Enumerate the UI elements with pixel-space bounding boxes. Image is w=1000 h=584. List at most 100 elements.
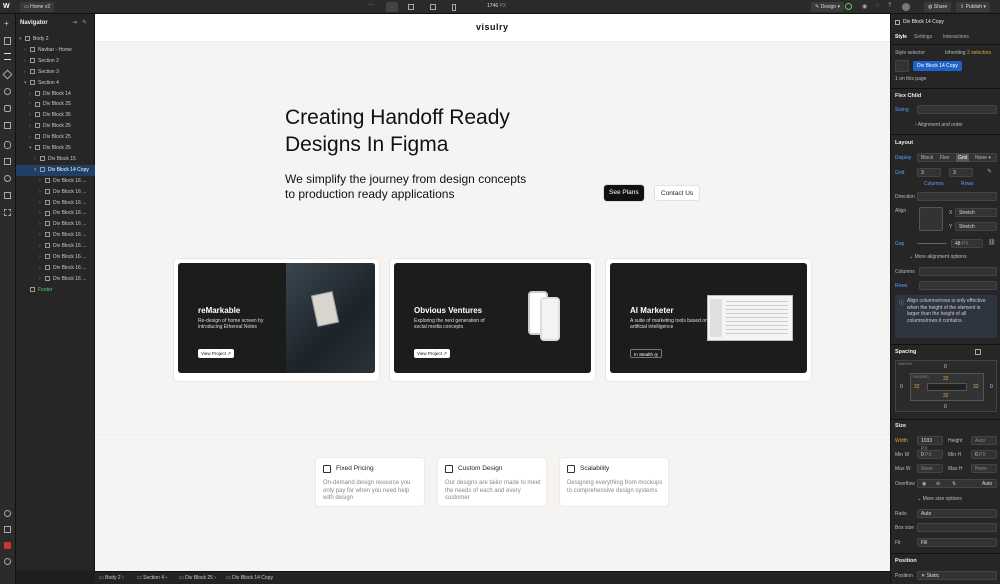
display-flex[interactable]: Flex	[940, 154, 949, 162]
navigator-item[interactable]: › Div Block 16 ...	[16, 241, 95, 252]
components-icon[interactable]	[2, 69, 13, 80]
help-icon[interactable]: ?	[888, 3, 891, 9]
desktop-breakpoint-icon[interactable]	[386, 2, 398, 12]
crumb-body[interactable]: ▭ Body 2 ›	[99, 575, 124, 581]
pin-icon[interactable]: ✎	[82, 19, 87, 26]
project-card-remarkable[interactable]: reMarkable Re-design of home screen by i…	[174, 259, 379, 381]
fit-select[interactable]: Fill	[917, 538, 997, 547]
max-width-input[interactable]: None	[917, 464, 943, 473]
project-card-obvious-ventures[interactable]: Obvious Ventures Exploring the next gene…	[390, 259, 595, 381]
add-icon[interactable]: +	[4, 19, 9, 28]
tablet-breakpoint-icon[interactable]	[408, 4, 414, 10]
navigator-item[interactable]: ▾ Section 4	[16, 78, 95, 89]
position-select[interactable]: ✕ Static	[917, 571, 997, 580]
navigator-item[interactable]: › Div Block 25	[16, 132, 95, 143]
box-size-buttons[interactable]	[917, 523, 997, 532]
margin-bottom[interactable]: 0	[944, 404, 947, 410]
see-plans-button[interactable]: See Plans	[604, 185, 644, 201]
site-logo[interactable]: visulry	[476, 22, 509, 32]
more-icon[interactable]: ···	[368, 2, 374, 8]
avatar[interactable]	[902, 3, 910, 11]
gap-slider[interactable]	[917, 243, 947, 244]
more-size-toggle[interactable]: ⌄ More size options	[917, 496, 962, 502]
navigator-item[interactable]: › Div Block 25	[16, 121, 95, 132]
columns-align-buttons[interactable]	[919, 267, 997, 276]
overflow-hidden-icon[interactable]: ⊘	[936, 480, 940, 488]
more-alignment-toggle[interactable]: ⌄ More alignment options	[909, 254, 967, 260]
navigator-item[interactable]: › Section 2	[16, 56, 95, 67]
crumb-div-block-14-copy[interactable]: ▭ Div Block 14 Copy	[226, 575, 273, 581]
logic-icon[interactable]	[4, 192, 11, 199]
margin-left[interactable]: 0	[900, 384, 903, 390]
overflow-visible-icon[interactable]: ◉	[922, 480, 926, 488]
gap-link-icon[interactable]: ⛓	[988, 239, 996, 246]
padding-right[interactable]: 32	[973, 384, 979, 390]
margin-right[interactable]: 0	[990, 384, 993, 390]
apps-icon[interactable]	[4, 209, 11, 216]
assets-icon[interactable]	[4, 122, 11, 129]
spacing-add-icon[interactable]	[975, 349, 981, 355]
crumb-section[interactable]: ▭ Section 4 ›	[137, 575, 167, 581]
navigator-item[interactable]: › Section 3	[16, 67, 95, 78]
padding-left[interactable]: 32	[914, 384, 920, 390]
webflow-logo-icon[interactable]: W	[3, 3, 10, 10]
display-none[interactable]: None ▾	[975, 154, 991, 162]
width-input[interactable]: 1033 PX	[917, 436, 943, 452]
users-icon[interactable]	[4, 175, 11, 182]
crumb-div-block-25[interactable]: ▭ Div Block 25 ›	[179, 575, 216, 581]
project-card-ai-marketer[interactable]: AI Marketer A suite of marketing tools b…	[606, 259, 811, 381]
navigator-item[interactable]: › Div Block 35	[16, 110, 95, 121]
padding-top[interactable]: 32	[943, 376, 949, 382]
navigator-item[interactable]: › Div Block 16 ...	[16, 219, 95, 230]
display-grid[interactable]: Grid	[956, 154, 970, 162]
overflow-segmented[interactable]: ◉ ⊘ ⇅ Auto	[917, 479, 997, 488]
view-project-button[interactable]: View Project ↗	[198, 349, 234, 358]
styles-icon[interactable]	[4, 105, 11, 112]
view-project-button[interactable]: View Project ↗	[414, 349, 450, 358]
navigator-item[interactable]: › Div Block 15	[16, 154, 95, 165]
display-block[interactable]: Block	[921, 154, 933, 162]
navigator-item[interactable]: › Div Block 16 ...	[16, 187, 95, 198]
navigator-item[interactable]: ▾ Div Block 25	[16, 143, 95, 154]
selector-state-dropdown[interactable]	[895, 60, 909, 72]
navigator-item[interactable]: › Navbar - Home	[16, 45, 95, 56]
navigator-item[interactable]: › Div Block 16 ...	[16, 208, 95, 219]
min-height-input[interactable]: 0 PX	[971, 450, 997, 459]
publish-button[interactable]: ⇪ Publish ▾	[956, 2, 990, 12]
align-grid-picker[interactable]	[919, 207, 943, 231]
navigator-item[interactable]: Footer	[16, 285, 95, 296]
mobile-landscape-icon[interactable]	[430, 4, 436, 10]
navigator-item[interactable]: ▾ Div Block 14 Copy	[16, 164, 95, 176]
selector-chip[interactable]: Div Block 14 Copy	[913, 61, 962, 71]
alignment-order-toggle[interactable]: › Alignment and order	[915, 122, 963, 128]
pages-icon[interactable]	[4, 37, 11, 45]
align-y-select[interactable]: Stretch	[955, 222, 997, 231]
sizing-buttons[interactable]	[917, 105, 997, 114]
padding-bottom[interactable]: 32	[943, 393, 949, 399]
share-button[interactable]: ◍ Share	[924, 2, 952, 12]
max-height-input[interactable]: None	[971, 464, 997, 473]
navigator-item[interactable]: › Div Block 25	[16, 99, 95, 110]
navigator-icon[interactable]	[4, 53, 11, 60]
ecommerce-icon[interactable]	[4, 158, 11, 165]
navigator-item[interactable]: › Div Block 16 ...	[16, 274, 95, 285]
variables-icon[interactable]	[4, 88, 11, 95]
tab-interactions[interactable]: Interactions	[943, 34, 969, 40]
height-input[interactable]: Auto	[971, 436, 997, 445]
ratio-select[interactable]: Auto	[917, 509, 997, 518]
audit-icon[interactable]	[4, 526, 11, 533]
rows-align-buttons[interactable]	[919, 281, 997, 290]
navigator-item[interactable]: › Div Block 16 ...	[16, 263, 95, 274]
collapse-icon[interactable]: ⇥	[72, 19, 77, 26]
settings-icon[interactable]	[4, 510, 11, 517]
tab-settings[interactable]: Settings	[914, 34, 932, 40]
page-selector[interactable]: ▭ Home v2	[20, 2, 55, 12]
navigator-item[interactable]: ▾ Body 2	[16, 34, 95, 45]
navigator-item[interactable]: › Div Block 14	[16, 89, 95, 100]
tab-style[interactable]: Style	[895, 34, 907, 40]
grid-edit-icon[interactable]: ✎	[987, 168, 992, 175]
overflow-auto[interactable]: Auto	[982, 480, 992, 488]
margin-top[interactable]: 0	[944, 364, 947, 370]
search-icon[interactable]	[4, 558, 11, 565]
navigator-item[interactable]: › Div Block 16 ...	[16, 198, 95, 209]
